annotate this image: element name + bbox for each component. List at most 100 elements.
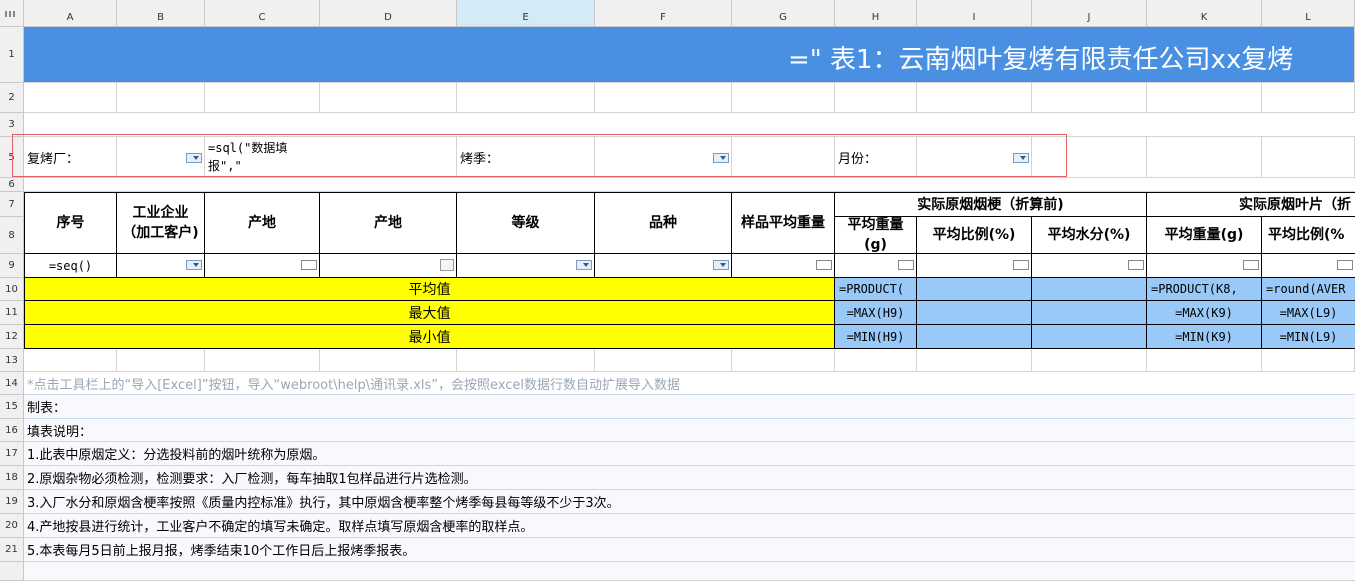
text-box-icon[interactable] bbox=[1013, 260, 1029, 270]
col-header-k[interactable]: K bbox=[1147, 0, 1262, 27]
cell[interactable] bbox=[1032, 137, 1147, 178]
l12-formula[interactable]: =MIN(L9) bbox=[1262, 325, 1355, 349]
row-header[interactable]: 8 bbox=[0, 217, 24, 254]
dropdown-arrow-icon[interactable] bbox=[713, 153, 729, 163]
row-header[interactable]: 6 bbox=[0, 178, 24, 192]
row-header[interactable]: 20 bbox=[0, 514, 24, 538]
header-stem-group[interactable]: 实际原烟烟梗（折算前) bbox=[835, 192, 1147, 217]
text-box-icon[interactable] bbox=[301, 260, 317, 270]
min-label[interactable]: 最小值 bbox=[24, 325, 835, 349]
fill-instructions-label[interactable]: 填表说明： bbox=[24, 419, 1355, 442]
cell[interactable] bbox=[1147, 83, 1262, 113]
h12-formula[interactable]: =MIN(H9) bbox=[835, 325, 917, 349]
h9-input[interactable] bbox=[835, 254, 917, 278]
cell[interactable] bbox=[457, 83, 595, 113]
j11-cell[interactable] bbox=[1032, 301, 1147, 325]
row-header[interactable]: 18 bbox=[0, 466, 24, 490]
header-grade[interactable]: 等级 bbox=[457, 192, 595, 254]
sql-formula-cell[interactable]: =sql("数据填 报"," bbox=[205, 137, 457, 178]
max-label[interactable]: 最大值 bbox=[24, 301, 835, 325]
row-header[interactable]: 12 bbox=[0, 325, 24, 349]
cell[interactable] bbox=[320, 83, 457, 113]
header-origin-1[interactable]: 产地 bbox=[205, 192, 320, 254]
i9-input[interactable] bbox=[917, 254, 1032, 278]
instruction-3[interactable]: 3.入厂水分和原烟含梗率按照《质量内控标准》执行，其中原烟含梗率整个烤季每县每等… bbox=[24, 490, 1355, 514]
sample-weight-input[interactable] bbox=[732, 254, 835, 278]
select-all-corner[interactable] bbox=[0, 0, 24, 27]
grade-input[interactable] bbox=[457, 254, 595, 278]
cell[interactable] bbox=[457, 349, 595, 372]
col-header-c[interactable]: C bbox=[205, 0, 320, 27]
dropdown-arrow-icon[interactable] bbox=[186, 260, 202, 270]
dropdown-arrow-icon[interactable] bbox=[576, 260, 592, 270]
cell[interactable] bbox=[1032, 83, 1147, 113]
j12-cell[interactable] bbox=[1032, 325, 1147, 349]
cell[interactable] bbox=[732, 137, 835, 178]
title-banner[interactable]: =" 表1：云南烟叶复烤有限责任公司xx复烤 bbox=[24, 27, 1355, 83]
k9-input[interactable] bbox=[1147, 254, 1262, 278]
cell[interactable] bbox=[205, 83, 320, 113]
row-header[interactable]: 7 bbox=[0, 192, 24, 217]
header-leaf-group[interactable]: 实际原烟叶片（折 bbox=[1147, 192, 1355, 217]
industry-input[interactable] bbox=[117, 254, 205, 278]
header-i-avg-ratio[interactable]: 平均比例(%) bbox=[917, 217, 1032, 254]
j10-cell[interactable] bbox=[1032, 278, 1147, 301]
dropdown-arrow-icon[interactable] bbox=[1013, 153, 1029, 163]
header-variety[interactable]: 品种 bbox=[595, 192, 732, 254]
cell[interactable] bbox=[835, 83, 917, 113]
row-header[interactable]: 16 bbox=[0, 419, 24, 442]
row-header[interactable]: 10 bbox=[0, 278, 24, 301]
instruction-4[interactable]: 4.产地按县进行统计，工业客户不确定的填写未确定。取样点填写原烟含梗率的取样点。 bbox=[24, 514, 1355, 538]
factory-select[interactable] bbox=[117, 137, 205, 178]
calendar-icon[interactable] bbox=[440, 259, 454, 271]
header-origin-2[interactable]: 产地 bbox=[320, 192, 457, 254]
text-box-icon[interactable] bbox=[898, 260, 914, 270]
row-header[interactable]: 3 bbox=[0, 113, 24, 137]
k11-formula[interactable]: =MAX(K9) bbox=[1147, 301, 1262, 325]
cell[interactable] bbox=[917, 83, 1032, 113]
header-seq[interactable]: 序号 bbox=[24, 192, 117, 254]
text-box-icon[interactable] bbox=[1128, 260, 1144, 270]
row-header[interactable]: 1 bbox=[0, 27, 24, 83]
cell[interactable] bbox=[1147, 137, 1262, 178]
l10-formula[interactable]: =round(AVER bbox=[1262, 278, 1355, 301]
avg-label[interactable]: 平均值 bbox=[24, 278, 835, 301]
cell[interactable] bbox=[732, 83, 835, 113]
text-box-icon[interactable] bbox=[816, 260, 832, 270]
header-sample-weight[interactable]: 样品平均重量 bbox=[732, 192, 835, 254]
cell[interactable] bbox=[1032, 349, 1147, 372]
season-select[interactable] bbox=[595, 137, 732, 178]
origin2-input[interactable] bbox=[320, 254, 457, 278]
cell[interactable] bbox=[205, 349, 320, 372]
row-header[interactable]: 17 bbox=[0, 442, 24, 466]
empty-row[interactable] bbox=[24, 178, 1355, 192]
i10-cell[interactable] bbox=[917, 278, 1032, 301]
cell[interactable] bbox=[24, 83, 117, 113]
header-j-avg-moisture[interactable]: 平均水分(%) bbox=[1032, 217, 1147, 254]
empty-row[interactable] bbox=[24, 562, 1355, 581]
cell[interactable] bbox=[24, 349, 117, 372]
cell[interactable] bbox=[117, 349, 205, 372]
dropdown-arrow-icon[interactable] bbox=[713, 260, 729, 270]
cell[interactable] bbox=[117, 83, 205, 113]
row-header[interactable]: 11 bbox=[0, 301, 24, 325]
i11-cell[interactable] bbox=[917, 301, 1032, 325]
row-header[interactable]: 21 bbox=[0, 538, 24, 562]
row-header[interactable]: 19 bbox=[0, 490, 24, 514]
month-select[interactable] bbox=[917, 137, 1032, 178]
col-header-j[interactable]: J bbox=[1032, 0, 1147, 27]
k10-formula[interactable]: =PRODUCT(K8, bbox=[1147, 278, 1262, 301]
cell[interactable] bbox=[732, 349, 835, 372]
variety-input[interactable] bbox=[595, 254, 732, 278]
cell[interactable] bbox=[595, 349, 732, 372]
cell[interactable] bbox=[1262, 83, 1355, 113]
text-box-icon[interactable] bbox=[1243, 260, 1259, 270]
empty-row[interactable] bbox=[24, 113, 1355, 137]
row-header[interactable]: 9 bbox=[0, 254, 24, 278]
j9-input[interactable] bbox=[1032, 254, 1147, 278]
header-industry[interactable]: 工业企业（加工客户) bbox=[117, 192, 205, 254]
col-header-h[interactable]: H bbox=[835, 0, 917, 27]
row-header[interactable] bbox=[0, 562, 24, 581]
col-header-e[interactable]: E bbox=[457, 0, 595, 27]
row-header[interactable]: 15 bbox=[0, 395, 24, 419]
